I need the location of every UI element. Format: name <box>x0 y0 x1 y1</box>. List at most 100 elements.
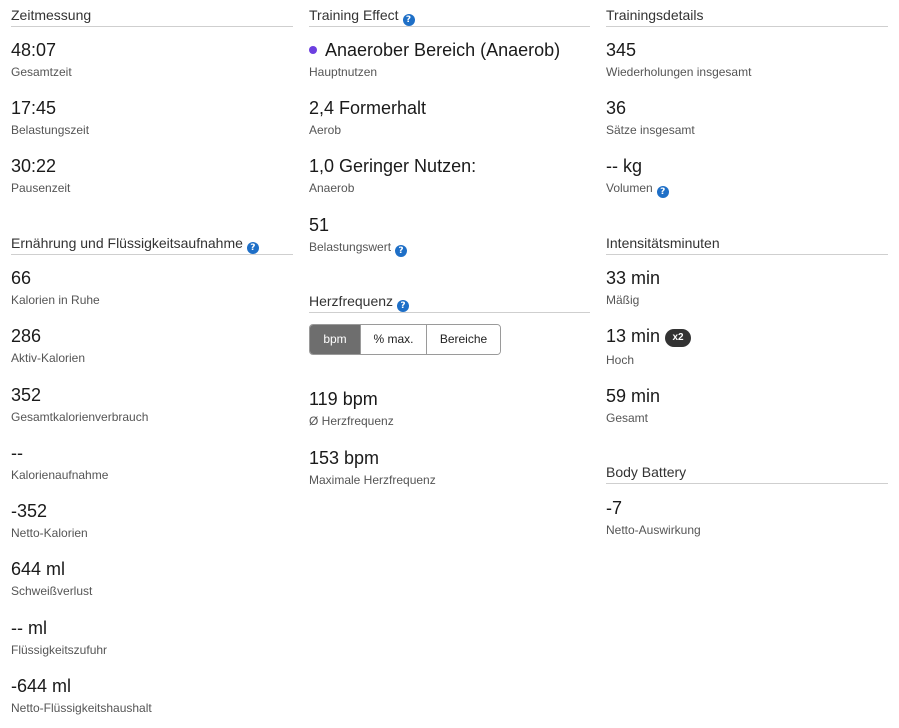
stat-value: -- <box>11 443 23 463</box>
stat-label-text: Belastungswert <box>309 240 392 254</box>
stat-label: Aerob <box>309 123 342 137</box>
stat-label: Anaerob <box>309 181 355 195</box>
section-title: Training Effect <box>309 7 399 23</box>
stat-label: Volumen? <box>606 180 888 198</box>
stat-total-minutes: 59 min Gesamt <box>606 385 888 426</box>
section-header-training-effect: Training Effect? <box>309 6 590 27</box>
section-header-training-details: Trainingsdetails <box>606 6 888 27</box>
stat-value: 17:45 <box>11 98 57 118</box>
section-title: Trainingsdetails <box>606 7 704 23</box>
stat-label: Ø Herzfrequenz <box>309 414 394 428</box>
stat-label: Netto-Auswirkung <box>606 523 701 537</box>
stat-label: Kalorienaufnahme <box>11 468 109 482</box>
stat-value: -- ml <box>11 618 47 638</box>
stat-total-reps: 345 Wiederholungen insgesamt <box>606 39 888 80</box>
stat-value: 345 <box>606 40 637 60</box>
stat-aerobic-effect: 2,4 Formerhalt Aerob <box>309 97 590 138</box>
benefit-text: Anaerober Bereich (Anaerob) <box>325 40 561 60</box>
section-header-heart-rate: Herzfrequenz? <box>309 292 590 313</box>
stat-total-sets: 36 Sätze insgesamt <box>606 97 888 138</box>
stat-value-text: 13 min <box>606 326 661 346</box>
stat-value: -7 <box>606 498 623 518</box>
stat-sweat-loss: 644 ml Schweißverlust <box>11 558 293 599</box>
stat-net-fluid-balance: -644 ml Netto-Flüssigkeitshaushalt <box>11 675 293 716</box>
stat-label: Gesamtzeit <box>11 65 72 79</box>
stat-value: 119 bpm <box>309 389 378 409</box>
section-header-nutrition: Ernährung und Flüssigkeitsaufnahme? <box>11 234 293 255</box>
tab-zones[interactable]: Bereiche <box>427 325 500 354</box>
stat-fluid-intake: -- ml Flüssigkeitszufuhr <box>11 617 293 658</box>
stat-label: Sätze insgesamt <box>606 123 695 137</box>
stat-max-heart-rate: 153 bpm Maximale Herzfrequenz <box>309 447 590 488</box>
section-header-body-battery: Body Battery <box>606 463 888 484</box>
stat-net-calories: -352 Netto-Kalorien <box>11 500 293 541</box>
stat-value: 644 ml <box>11 559 66 579</box>
stat-value: 352 <box>11 385 42 405</box>
stat-value: Anaerober Bereich (Anaerob) <box>309 39 590 61</box>
stat-vigorous-minutes: 13 min x2 Hoch <box>606 325 888 368</box>
stat-label: Belastungszeit <box>11 123 90 137</box>
stat-label: Pausenzeit <box>11 181 71 195</box>
stat-label: Wiederholungen insgesamt <box>606 65 752 79</box>
stat-label: Gesamtkalorienverbrauch <box>11 410 149 424</box>
section-header-timing: Zeitmessung <box>11 6 293 27</box>
stat-net-impact: -7 Netto-Auswirkung <box>606 497 888 538</box>
tab-percent-max[interactable]: % max. <box>361 325 427 354</box>
stat-value: 153 bpm <box>309 448 380 468</box>
stat-anaerobic-effect: 1,0 Geringer Nutzen: Anaerob <box>309 155 590 196</box>
section-header-intensity: Intensitätsminuten <box>606 234 888 255</box>
tab-bpm[interactable]: bpm <box>310 325 361 354</box>
stat-total-calories: 352 Gesamtkalorienverbrauch <box>11 384 293 425</box>
stat-label: Aktiv-Kalorien <box>11 351 86 365</box>
stat-active-calories: 286 Aktiv-Kalorien <box>11 325 293 366</box>
stat-label: Belastungswert? <box>309 239 590 257</box>
section-title: Herzfrequenz <box>309 293 394 309</box>
stat-value: 30:22 <box>11 156 57 176</box>
stat-label-text: Volumen <box>606 181 653 195</box>
section-title: Intensitätsminuten <box>606 235 720 251</box>
stat-avg-heart-rate: 119 bpm Ø Herzfrequenz <box>309 388 590 429</box>
stat-total-time: 48:07 Gesamtzeit <box>11 39 293 80</box>
stat-label: Schweißverlust <box>11 584 93 598</box>
heart-rate-unit-switch: bpm % max. Bereiche <box>309 324 501 355</box>
stat-value: 59 min <box>606 386 661 406</box>
stat-value: 66 <box>11 268 32 288</box>
stat-label: Maximale Herzfrequenz <box>309 473 436 487</box>
stat-label: Netto-Flüssigkeitshaushalt <box>11 701 152 715</box>
benefit-dot-icon <box>309 46 317 54</box>
stat-value: 1,0 Geringer Nutzen: <box>309 156 477 176</box>
stat-volume: -- kg Volumen? <box>606 155 888 198</box>
stat-value: -644 ml <box>11 676 72 696</box>
section-title: Ernährung und Flüssigkeitsaufnahme <box>11 235 243 251</box>
stat-value: 33 min <box>606 268 661 288</box>
section-title: Body Battery <box>606 464 687 480</box>
stat-value: 2,4 Formerhalt <box>309 98 427 118</box>
help-icon[interactable]: ? <box>397 300 410 312</box>
stat-value: -352 <box>11 501 48 521</box>
stat-moderate-minutes: 33 min Mäßig <box>606 267 888 308</box>
help-icon[interactable]: ? <box>656 186 669 198</box>
stat-label: Netto-Kalorien <box>11 526 88 540</box>
multiplier-badge: x2 <box>665 329 692 347</box>
stat-active-time: 17:45 Belastungszeit <box>11 97 293 138</box>
stat-exercise-load: 51 Belastungswert? <box>309 214 590 257</box>
stat-rest-time: 30:22 Pausenzeit <box>11 155 293 196</box>
stat-value: 36 <box>606 98 627 118</box>
stat-label: Hauptnutzen <box>309 65 378 79</box>
section-title: Zeitmessung <box>11 7 92 23</box>
help-icon[interactable]: ? <box>402 14 415 26</box>
stat-value: 51 <box>309 215 330 235</box>
stat-label: Mäßig <box>606 293 640 307</box>
stat-label: Hoch <box>606 353 635 367</box>
stat-primary-benefit: Anaerober Bereich (Anaerob) Hauptnutzen <box>309 39 590 80</box>
help-icon[interactable]: ? <box>395 245 408 257</box>
stat-calorie-intake: -- Kalorienaufnahme <box>11 442 293 483</box>
stat-label: Kalorien in Ruhe <box>11 293 100 307</box>
stat-value: 286 <box>11 326 42 346</box>
help-icon[interactable]: ? <box>246 242 259 254</box>
stat-value: -- kg <box>606 156 642 176</box>
stat-resting-calories: 66 Kalorien in Ruhe <box>11 267 293 308</box>
stat-label: Gesamt <box>606 411 649 425</box>
stat-value: 13 min x2 <box>606 325 888 349</box>
stat-value: 48:07 <box>11 40 57 60</box>
